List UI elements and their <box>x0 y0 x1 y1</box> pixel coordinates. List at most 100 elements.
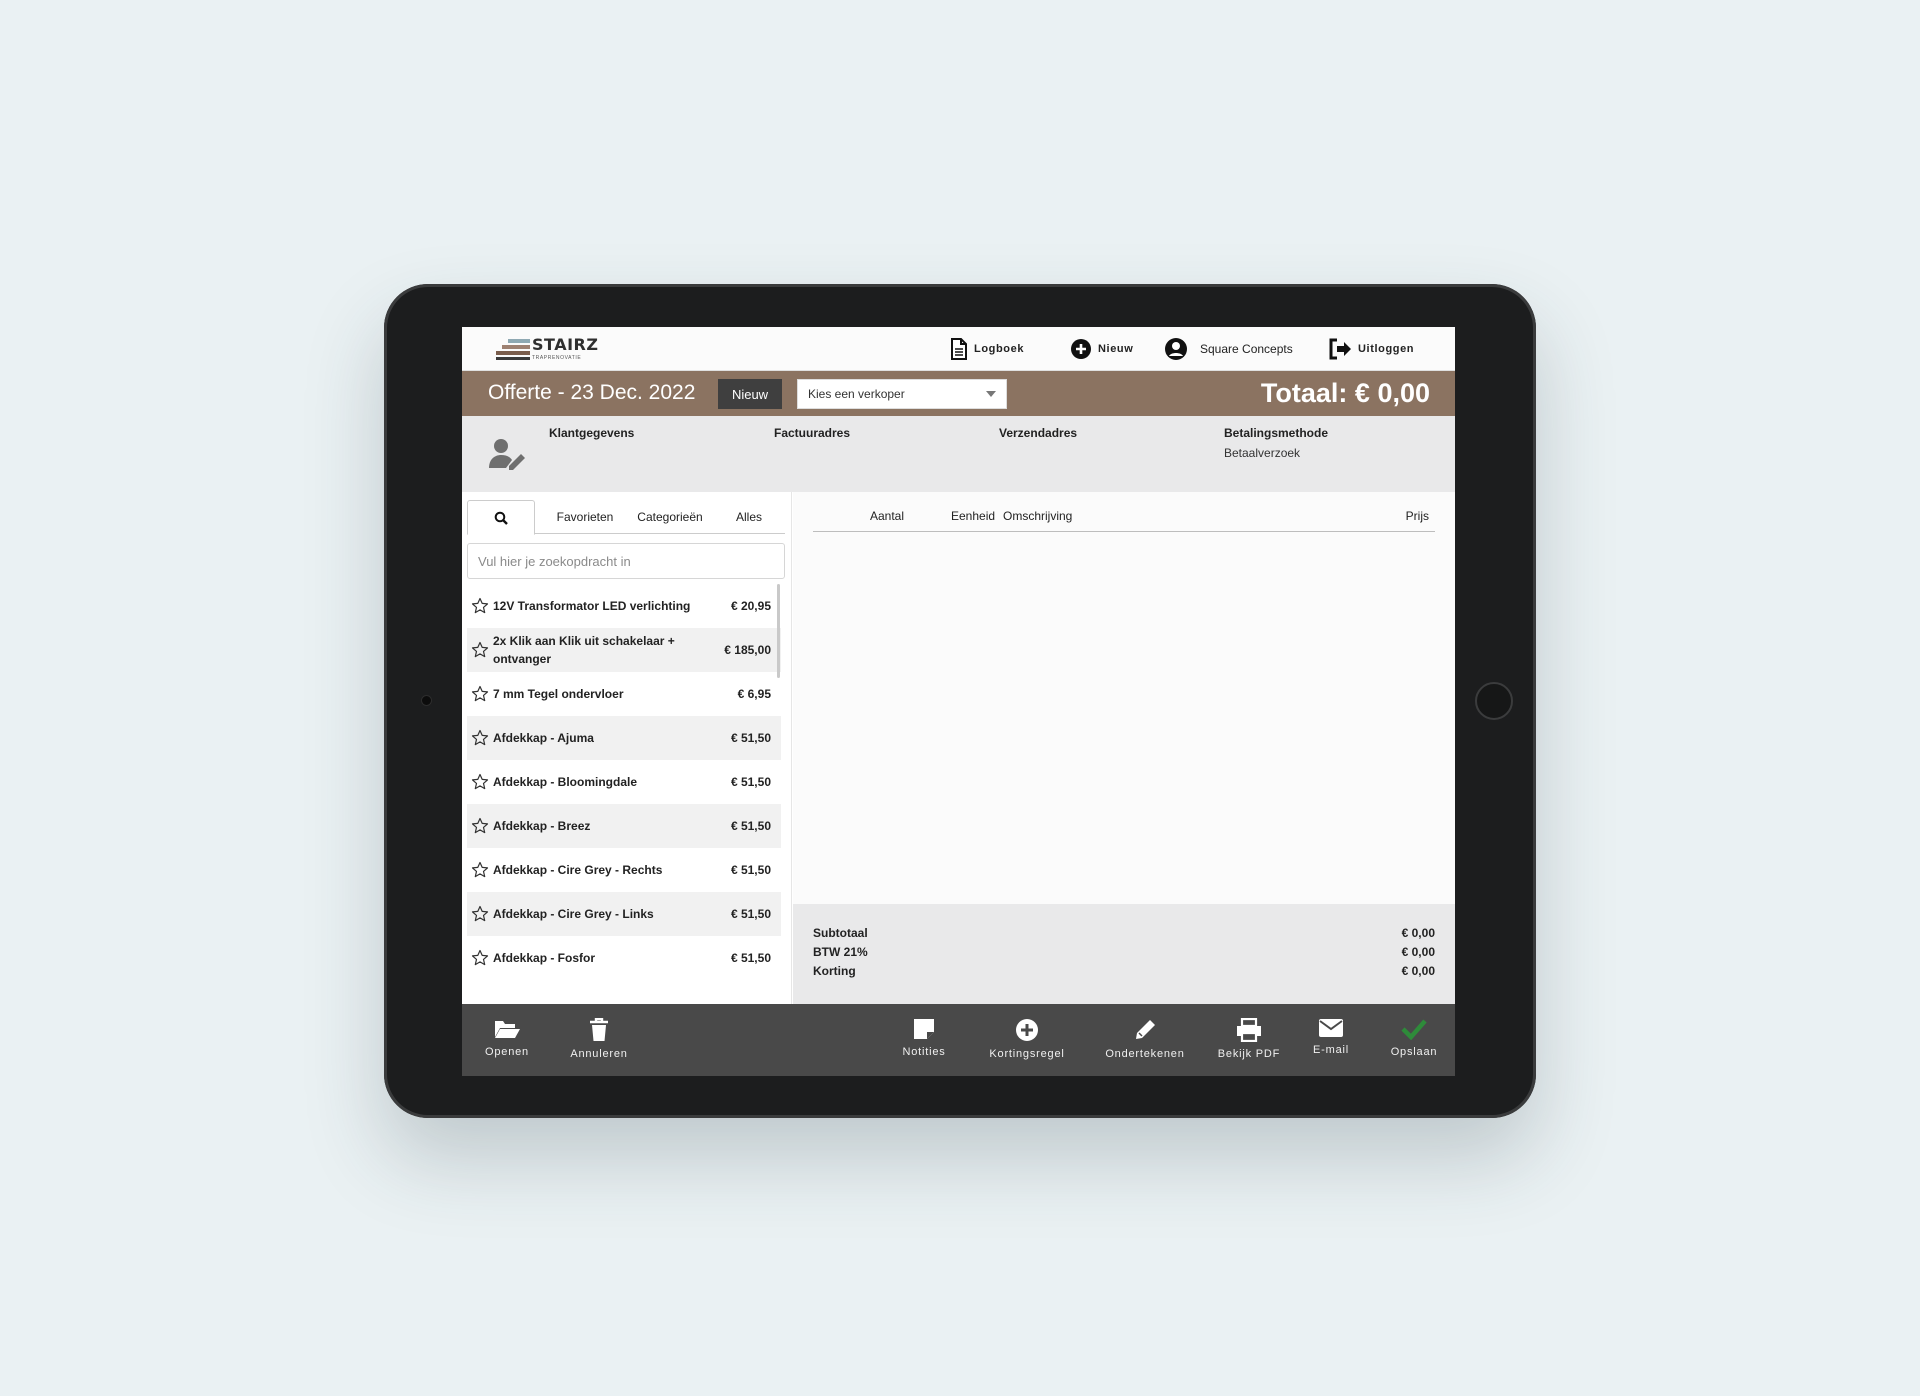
bottom-toolbar: Openen Annuleren Notities Kortingsregel … <box>462 1004 1455 1076</box>
btw-label: BTW 21% <box>813 945 868 959</box>
korting-value: € 0,00 <box>1401 964 1435 978</box>
notes-button[interactable]: Notities <box>894 1018 954 1058</box>
nav-logboek[interactable]: Logboek <box>950 336 1024 362</box>
app-screen: STAIRZ TRAPRENOVATIE Logboek Nieuw Squar… <box>462 327 1455 1076</box>
star-icon[interactable] <box>471 861 489 879</box>
subtotal-label: Subtotaal <box>813 926 868 940</box>
product-row[interactable]: Afdekkap - Cire Grey - Links € 51,50 <box>467 892 781 936</box>
product-price: € 6,95 <box>737 687 771 701</box>
col-omschrijving: Omschrijving <box>1003 509 1073 523</box>
document-icon <box>951 338 967 360</box>
pencil-icon <box>1136 1020 1155 1039</box>
printer-icon <box>1237 1018 1261 1042</box>
cancel-button[interactable]: Annuleren <box>564 1018 634 1060</box>
open-button[interactable]: Openen <box>482 1018 532 1058</box>
nav-uitloggen[interactable]: Uitloggen <box>1328 336 1414 362</box>
subtotal-value: € 0,00 <box>1401 926 1435 940</box>
star-icon[interactable] <box>471 949 489 967</box>
product-list: 12V Transformator LED verlichting € 20,95… <box>467 584 781 1004</box>
nav-user[interactable]: Square Concepts <box>1164 336 1293 362</box>
nav-logboek-label: Logboek <box>974 343 1025 355</box>
camera <box>422 696 431 705</box>
search-input[interactable] <box>467 543 785 579</box>
chevron-down-icon <box>986 391 996 397</box>
notes-label: Notities <box>902 1046 946 1058</box>
seller-select-value: Kies een verkoper <box>808 387 905 401</box>
star-icon[interactable] <box>471 905 489 923</box>
star-icon[interactable] <box>471 597 489 615</box>
product-row[interactable]: Afdekkap - Cire Grey - Rechts € 51,50 <box>467 848 781 892</box>
tab-categorieen[interactable]: Categorieën <box>629 500 711 534</box>
product-price: € 20,95 <box>730 599 771 613</box>
order-totals: Subtotaal € 0,00 BTW 21% € 0,00 Korting … <box>793 904 1455 1004</box>
product-row[interactable]: 12V Transformator LED verlichting € 20,95 <box>467 584 781 628</box>
subtotal-row: Subtotaal € 0,00 <box>813 926 1435 940</box>
save-label: Opslaan <box>1390 1046 1438 1058</box>
save-button[interactable]: Opslaan <box>1384 1018 1444 1058</box>
product-row[interactable]: 7 mm Tegel ondervloer € 6,95 <box>467 672 781 716</box>
search-icon <box>494 511 508 525</box>
product-name: Afdekkap - Breez <box>493 819 591 833</box>
product-price: € 51,50 <box>730 775 771 789</box>
nav-user-name: Square Concepts <box>1200 342 1293 356</box>
col-aantal: Aantal <box>870 509 905 523</box>
product-row[interactable]: Afdekkap - Breez € 51,50 <box>467 804 781 848</box>
klantgegevens[interactable]: Klantgegevens <box>549 426 634 440</box>
star-icon[interactable] <box>471 685 489 703</box>
star-icon[interactable] <box>471 817 489 835</box>
product-name: 12V Transformator LED verlichting <box>493 599 691 613</box>
product-price: € 51,50 <box>730 951 771 965</box>
betalingsmethode-label: Betalingsmethode <box>1224 426 1329 440</box>
cancel-label: Annuleren <box>570 1048 628 1060</box>
sign-button[interactable]: Ondertekenen <box>1098 1018 1192 1060</box>
col-eenheid: Eenheid <box>951 509 996 523</box>
star-icon[interactable] <box>471 729 489 747</box>
product-name: Afdekkap - Cire Grey - Rechts <box>493 863 663 877</box>
user-circle-icon <box>1165 338 1187 360</box>
korting-label: Korting <box>813 964 856 978</box>
klantgegevens-label: Klantgegevens <box>549 426 635 440</box>
email-button[interactable]: E-mail <box>1306 1018 1356 1056</box>
new-quote-button[interactable]: Nieuw <box>718 379 782 409</box>
logo[interactable]: STAIRZ TRAPRENOVATIE <box>496 333 598 365</box>
col-prijs: Prijs <box>1405 509 1429 523</box>
tab-favorieten[interactable]: Favorieten <box>545 500 625 534</box>
plus-circle-icon <box>1071 339 1091 359</box>
tab-alles[interactable]: Alles <box>721 500 777 534</box>
product-tabs: Favorieten Categorieën Alles <box>467 500 785 535</box>
view-pdf-button[interactable]: Bekijk PDF <box>1214 1018 1284 1060</box>
top-nav: STAIRZ TRAPRENOVATIE Logboek Nieuw Squar… <box>462 327 1455 371</box>
tab-search[interactable] <box>467 500 535 535</box>
discount-rule-button[interactable]: Kortingsregel <box>982 1018 1072 1060</box>
customer-info-bar: Klantgegevens Factuuradres Verzendadres … <box>462 416 1455 492</box>
product-row[interactable]: 2x Klik aan Klik uit schakelaar + ontvan… <box>467 628 781 672</box>
edit-user-icon[interactable] <box>487 436 529 472</box>
home-button <box>1475 682 1513 720</box>
page-title: Offerte - 23 Dec. 2022 <box>488 381 696 404</box>
email-label: E-mail <box>1313 1044 1349 1056</box>
trash-icon <box>590 1018 608 1041</box>
order-panel: Aantal Eenheid Omschrijving Prijs Subtot… <box>793 492 1455 1004</box>
betalingsmethode[interactable]: Betalingsmethode Betaalverzoek <box>1224 426 1328 460</box>
plus-circle-icon <box>1016 1019 1038 1041</box>
product-price: € 51,50 <box>730 863 771 877</box>
star-icon[interactable] <box>471 773 489 791</box>
envelope-icon <box>1319 1019 1343 1037</box>
factuuradres[interactable]: Factuuradres <box>774 426 850 440</box>
product-price: € 51,50 <box>730 907 771 921</box>
factuuradres-label: Factuuradres <box>774 426 851 440</box>
nav-nieuw[interactable]: Nieuw <box>1070 336 1133 362</box>
product-row[interactable]: Afdekkap - Fosfor € 51,50 <box>467 936 781 980</box>
product-name: 2x Klik aan Klik uit schakelaar + ontvan… <box>493 634 675 666</box>
scrollbar[interactable] <box>777 584 780 678</box>
star-icon[interactable] <box>471 641 489 659</box>
note-icon <box>914 1019 934 1039</box>
product-row[interactable]: Afdekkap - Ajuma € 51,50 <box>467 716 781 760</box>
verzendadres[interactable]: Verzendadres <box>999 426 1077 440</box>
seller-select[interactable]: Kies een verkoper <box>797 379 1007 409</box>
logo-subtitle: TRAPRENOVATIE <box>532 355 582 361</box>
product-name: Afdekkap - Cire Grey - Links <box>493 907 654 921</box>
korting-row: Korting € 0,00 <box>813 964 1435 978</box>
product-price: € 51,50 <box>730 819 771 833</box>
product-row[interactable]: Afdekkap - Bloomingdale € 51,50 <box>467 760 781 804</box>
